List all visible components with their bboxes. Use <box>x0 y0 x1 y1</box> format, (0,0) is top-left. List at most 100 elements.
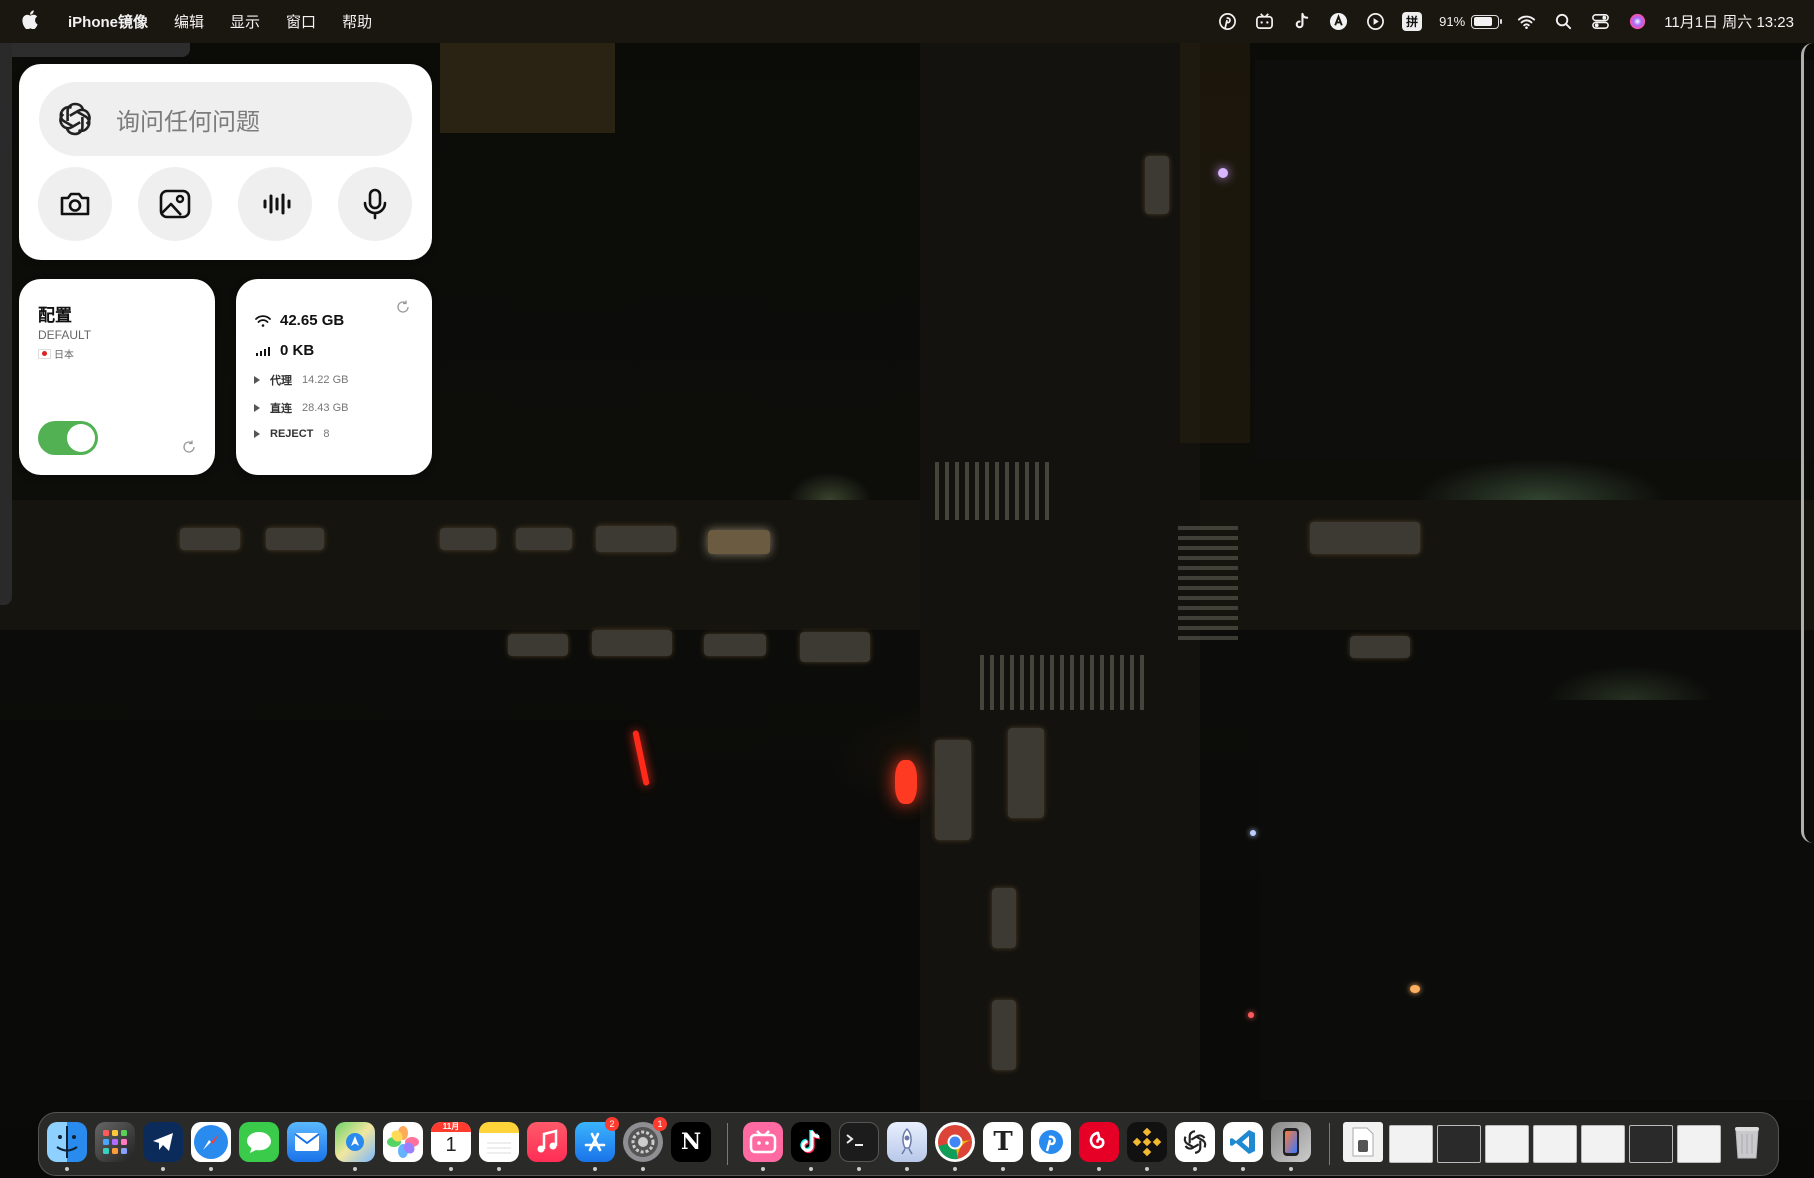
battery-percent: 91% <box>1439 14 1466 29</box>
window-edge-left <box>0 43 12 605</box>
telegram-paper-plane-icon <box>153 1133 173 1151</box>
finder-icon <box>56 1126 78 1158</box>
dock-finder[interactable] <box>47 1122 87 1162</box>
refresh-icon[interactable] <box>181 439 197 455</box>
triangle-right-icon <box>254 430 260 438</box>
apple-menu-icon[interactable] <box>22 10 38 33</box>
dock-chrome[interactable] <box>935 1122 975 1162</box>
dock-mail[interactable] <box>287 1122 327 1162</box>
traffic-row-label: 直连 <box>270 403 292 415</box>
dock-minimized-window-thumbnail[interactable] <box>1485 1125 1529 1163</box>
reject-traffic-row: REJECT 8 <box>254 428 330 440</box>
menu-clock[interactable]: 11月1日 周六 13:23 <box>1664 11 1794 32</box>
menu-edit[interactable]: 编辑 <box>174 11 204 32</box>
dock-notion[interactable]: N <box>671 1122 711 1162</box>
dock-chatgpt[interactable] <box>1175 1122 1215 1162</box>
bilibili-tv-icon <box>749 1130 777 1154</box>
triangle-right-icon <box>254 376 260 384</box>
refresh-icon[interactable] <box>395 299 411 315</box>
tiktok-icon[interactable] <box>1291 12 1311 32</box>
dock-minimized-window-thumbnail[interactable] <box>1677 1125 1721 1163</box>
cellular-traffic-row: 0 KB <box>254 342 314 359</box>
config-title: 配置 <box>38 306 72 325</box>
menu-app-name[interactable]: iPhone镜像 <box>68 11 148 32</box>
menu-bar: iPhone镜像 编辑 显示 窗口 帮助 拼 91% 11月1日 周六 13:2… <box>0 0 1814 43</box>
input-method-indicator[interactable]: 拼 <box>1402 12 1423 31</box>
dock-music[interactable] <box>527 1122 567 1162</box>
play-icon[interactable] <box>1365 12 1385 32</box>
battery-icon <box>1471 14 1503 29</box>
wifi-icon[interactable] <box>1516 12 1536 32</box>
chatgpt-dictation-button[interactable] <box>338 167 412 241</box>
chatgpt-photo-button[interactable] <box>138 167 212 241</box>
settings-badge: 1 <box>653 1117 667 1131</box>
tiktok-note-icon <box>800 1129 821 1154</box>
dock-iphone-mirroring[interactable] <box>1271 1122 1311 1162</box>
dock-minimized-window-thumbnail[interactable] <box>1581 1125 1625 1163</box>
dock-minimized-window-thumbnail[interactable] <box>1629 1125 1673 1163</box>
cellular-signal-icon <box>256 346 270 356</box>
notion-n-icon: N <box>680 1129 702 1155</box>
config-profile-name: DEFAULT <box>38 328 92 342</box>
bilibili-icon[interactable] <box>1254 12 1274 32</box>
dock-terminal[interactable] <box>839 1122 879 1162</box>
photos-flower-icon <box>387 1126 419 1158</box>
iphone-mirroring-icon <box>1283 1128 1299 1156</box>
dock-maps[interactable] <box>335 1122 375 1162</box>
traffic-row-value: 28.43 GB <box>302 402 349 414</box>
dock: 11月 1 2 1 N T <box>38 1112 1779 1176</box>
dock-bilibili[interactable] <box>743 1122 783 1162</box>
pinterest-logo-icon <box>1039 1130 1063 1154</box>
trash-icon <box>1735 1127 1759 1159</box>
config-region: 日本 <box>38 346 74 361</box>
battery-status[interactable]: 91% <box>1439 14 1503 29</box>
dock-typora[interactable]: T <box>983 1122 1023 1162</box>
spotlight-search-icon[interactable] <box>1553 12 1573 32</box>
window-edge-top <box>0 43 190 57</box>
alert-icon[interactable] <box>1328 12 1348 32</box>
traffic-row-value: 14.22 GB <box>302 374 349 386</box>
cellular-traffic-total: 0 KB <box>280 342 315 359</box>
menu-window[interactable]: 窗口 <box>286 11 316 32</box>
dock-safari[interactable] <box>191 1122 231 1162</box>
netease-music-icon <box>1089 1131 1105 1149</box>
dock-minimized-window-thumbnail[interactable] <box>1533 1125 1577 1163</box>
terminal-prompt-icon <box>846 1134 863 1146</box>
chatgpt-camera-button[interactable] <box>38 167 112 241</box>
dock-minimized-window-thumbnail[interactable] <box>1389 1125 1433 1163</box>
calendar-month: 11月 <box>431 1122 471 1132</box>
dock-binance[interactable] <box>1127 1122 1167 1162</box>
dock-photos[interactable] <box>383 1122 423 1162</box>
dock-minimized-window-thumbnail[interactable] <box>1437 1125 1481 1163</box>
chatgpt-voice-mode-button[interactable] <box>238 167 312 241</box>
rocket-icon <box>901 1127 913 1155</box>
proxy-enable-toggle[interactable] <box>38 421 98 455</box>
dock-messages[interactable] <box>239 1122 279 1162</box>
menu-view[interactable]: 显示 <box>230 11 260 32</box>
dock-pinterest[interactable] <box>1031 1122 1071 1162</box>
vscode-icon <box>1230 1130 1255 1154</box>
pinterest-icon[interactable] <box>1217 12 1237 32</box>
siri-icon[interactable] <box>1627 12 1647 32</box>
menu-help[interactable]: 帮助 <box>342 11 372 32</box>
dock-netease-music[interactable] <box>1079 1122 1119 1162</box>
traffic-row-value: 8 <box>323 428 330 440</box>
chatgpt-ask-field[interactable]: 询问任何问题 <box>39 82 412 156</box>
dock-telegram[interactable] <box>143 1122 183 1162</box>
control-center-icon[interactable] <box>1590 12 1610 32</box>
dock-calendar[interactable]: 11月 1 <box>431 1122 471 1162</box>
app-store-icon <box>584 1132 606 1152</box>
dock-trash[interactable] <box>1727 1122 1767 1162</box>
dock-notes[interactable] <box>479 1122 519 1162</box>
document-icon <box>1352 1127 1374 1157</box>
traffic-stats-widget[interactable]: 42.65 GB 0 KB 代理 14.22 GB 直连 28.43 GB RE… <box>236 279 432 475</box>
dock-rocket[interactable] <box>887 1122 927 1162</box>
chatgpt-logo-icon <box>1183 1130 1207 1154</box>
dock-launchpad[interactable] <box>95 1122 135 1162</box>
calendar-day: 1 <box>445 1134 457 1156</box>
proxy-config-widget[interactable]: 配置 DEFAULT 日本 <box>19 279 215 475</box>
dock-document-stack[interactable] <box>1343 1122 1383 1162</box>
dock-tiktok[interactable] <box>791 1122 831 1162</box>
map-pin-icon <box>346 1133 364 1151</box>
dock-vscode[interactable] <box>1223 1122 1263 1162</box>
